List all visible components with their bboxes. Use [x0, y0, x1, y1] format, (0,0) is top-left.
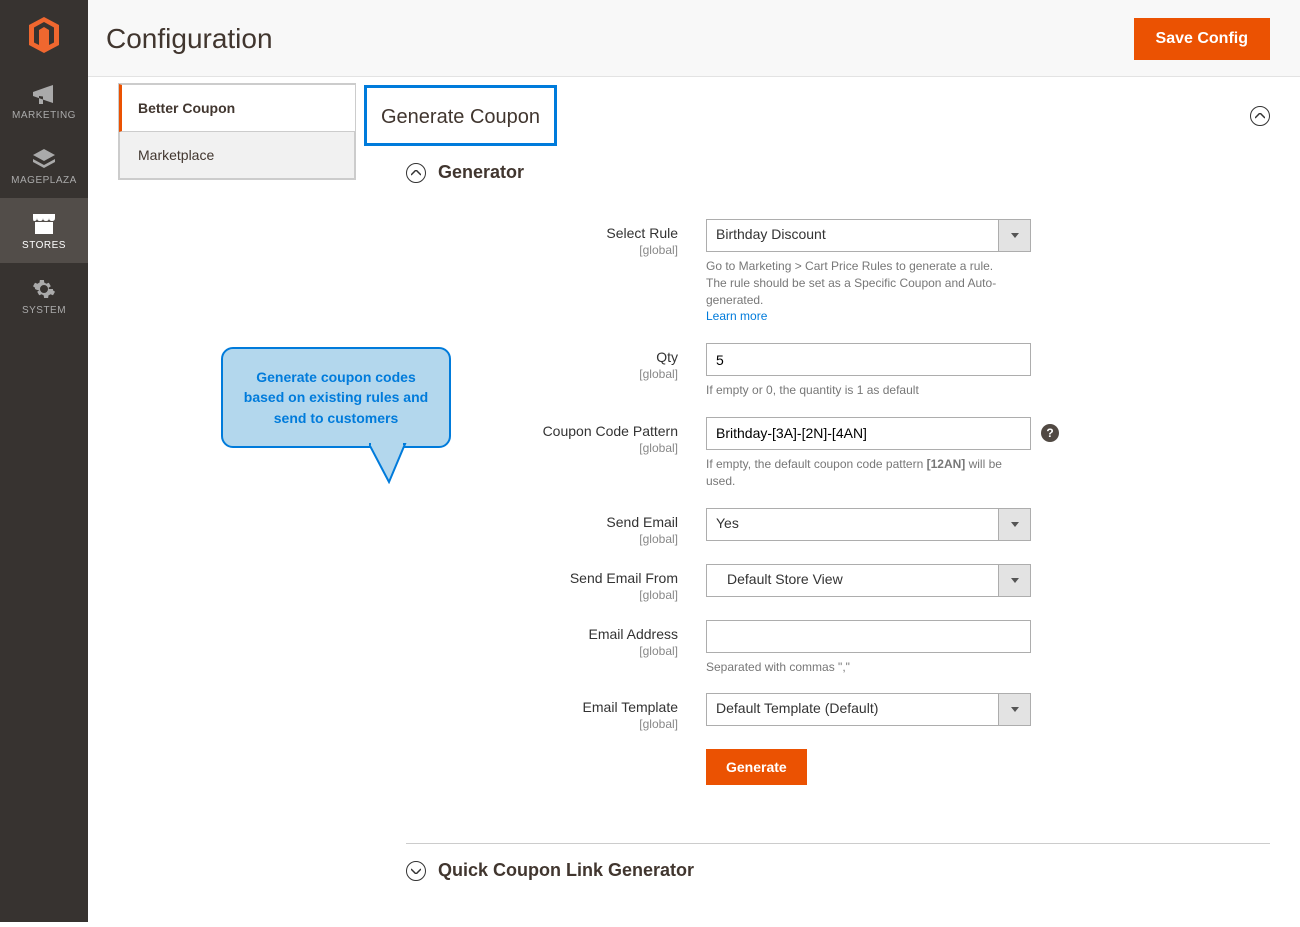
save-config-button[interactable]: Save Config	[1134, 18, 1270, 60]
callout-bubble: Generate coupon codes based on existing …	[221, 347, 451, 448]
row-template: Email Template [global] Default Template…	[406, 693, 1270, 731]
gear-icon	[32, 277, 56, 301]
scope-label: [global]	[406, 644, 678, 658]
send-email-dropdown[interactable]: Yes	[706, 508, 1031, 541]
label-email-address: Email Address	[589, 626, 678, 642]
scope-label: [global]	[406, 588, 678, 602]
note-select-rule: Go to Marketing > Cart Price Rules to ge…	[706, 258, 1031, 325]
mageplaza-icon	[31, 147, 57, 171]
nav-stores[interactable]: STORES	[0, 198, 88, 263]
config-body: Generate coupon codes based on existing …	[356, 77, 1300, 927]
caret-down-icon	[998, 219, 1031, 252]
generate-button[interactable]: Generate	[706, 749, 807, 785]
label-template: Email Template	[583, 699, 678, 715]
qty-input[interactable]	[706, 343, 1031, 376]
chevron-up-icon	[406, 163, 426, 183]
nav-system[interactable]: SYSTEM	[0, 263, 88, 328]
pattern-input[interactable]	[706, 417, 1031, 450]
note-qty: If empty or 0, the quantity is 1 as defa…	[706, 382, 1031, 399]
note-email-address: Separated with commas ","	[706, 659, 1031, 676]
send-email-value: Yes	[706, 508, 998, 541]
send-from-value: Default Store View	[706, 564, 998, 597]
magento-logo[interactable]	[0, 0, 88, 70]
config-wrap: Better Coupon Marketplace Generate coupo…	[88, 77, 1300, 927]
callout-text: Generate coupon codes based on existing …	[244, 369, 428, 426]
section-title: Generate Coupon	[381, 106, 540, 129]
collapse-generator[interactable]: Generator	[406, 146, 1270, 199]
chevron-down-icon	[406, 861, 426, 881]
collapse-quick-link[interactable]: Quick Coupon Link Generator	[406, 844, 1270, 897]
admin-sidebar: MARKETING MAGEPLAZA STORES SYSTEM	[0, 0, 88, 922]
section-collapse-toggle[interactable]	[1250, 106, 1270, 126]
scope-label: [global]	[406, 717, 678, 731]
label-send-from: Send Email From	[570, 570, 678, 586]
config-tab-marketplace[interactable]: Marketplace	[119, 132, 355, 179]
send-from-dropdown[interactable]: Default Store View	[706, 564, 1031, 597]
template-dropdown[interactable]: Default Template (Default)	[706, 693, 1031, 726]
email-address-input[interactable]	[706, 620, 1031, 653]
nav-label: MARKETING	[0, 110, 88, 121]
generator-fieldset: Select Rule [global] Birthday Discount G…	[406, 199, 1270, 823]
stores-icon	[31, 212, 57, 236]
page-header: Configuration Save Config	[88, 0, 1300, 77]
nav-label: SYSTEM	[0, 305, 88, 316]
select-rule-value: Birthday Discount	[706, 219, 998, 252]
select-rule-dropdown[interactable]: Birthday Discount	[706, 219, 1031, 252]
page-title: Configuration	[106, 23, 273, 55]
learn-more-link[interactable]: Learn more	[706, 309, 767, 323]
row-qty: Qty [global] If empty or 0, the quantity…	[406, 343, 1270, 399]
caret-down-icon	[998, 693, 1031, 726]
collapse-generator-title: Generator	[438, 162, 524, 183]
callout-tail-icon	[369, 442, 419, 484]
chevron-up-icon	[1255, 113, 1265, 119]
note-pattern: If empty, the default coupon code patter…	[706, 456, 1031, 490]
collapse-quick-link-title: Quick Coupon Link Generator	[438, 860, 694, 881]
template-value: Default Template (Default)	[706, 693, 998, 726]
label-send-email: Send Email	[606, 514, 678, 530]
nav-label: MAGEPLAZA	[0, 175, 88, 186]
nav-mageplaza[interactable]: MAGEPLAZA	[0, 133, 88, 198]
row-send-from: Send Email From [global] Default Store V…	[406, 564, 1270, 602]
row-pattern: Coupon Code Pattern [global] ? If empty,…	[406, 417, 1270, 490]
row-select-rule: Select Rule [global] Birthday Discount G…	[406, 219, 1270, 325]
main-content: Configuration Save Config Better Coupon …	[88, 0, 1300, 927]
nav-marketing[interactable]: MARKETING	[0, 70, 88, 133]
label-qty: Qty	[656, 349, 678, 365]
help-icon[interactable]: ?	[1041, 424, 1059, 442]
config-tabs-col: Better Coupon Marketplace	[88, 77, 356, 927]
scope-label: [global]	[406, 243, 678, 257]
row-email-address: Email Address [global] Separated with co…	[406, 620, 1270, 676]
row-generate: Generate	[406, 749, 1270, 785]
caret-down-icon	[998, 564, 1031, 597]
label-select-rule: Select Rule	[606, 225, 678, 241]
nav-label: STORES	[0, 240, 88, 251]
magento-logo-icon	[27, 16, 61, 54]
label-pattern: Coupon Code Pattern	[543, 423, 678, 439]
megaphone-icon	[31, 84, 57, 106]
caret-down-icon	[998, 508, 1031, 541]
scope-label: [global]	[406, 532, 678, 546]
config-tab-better-coupon[interactable]: Better Coupon	[119, 84, 355, 132]
row-send-email: Send Email [global] Yes	[406, 508, 1270, 546]
section-head-highlight: Generate Coupon	[364, 85, 557, 146]
